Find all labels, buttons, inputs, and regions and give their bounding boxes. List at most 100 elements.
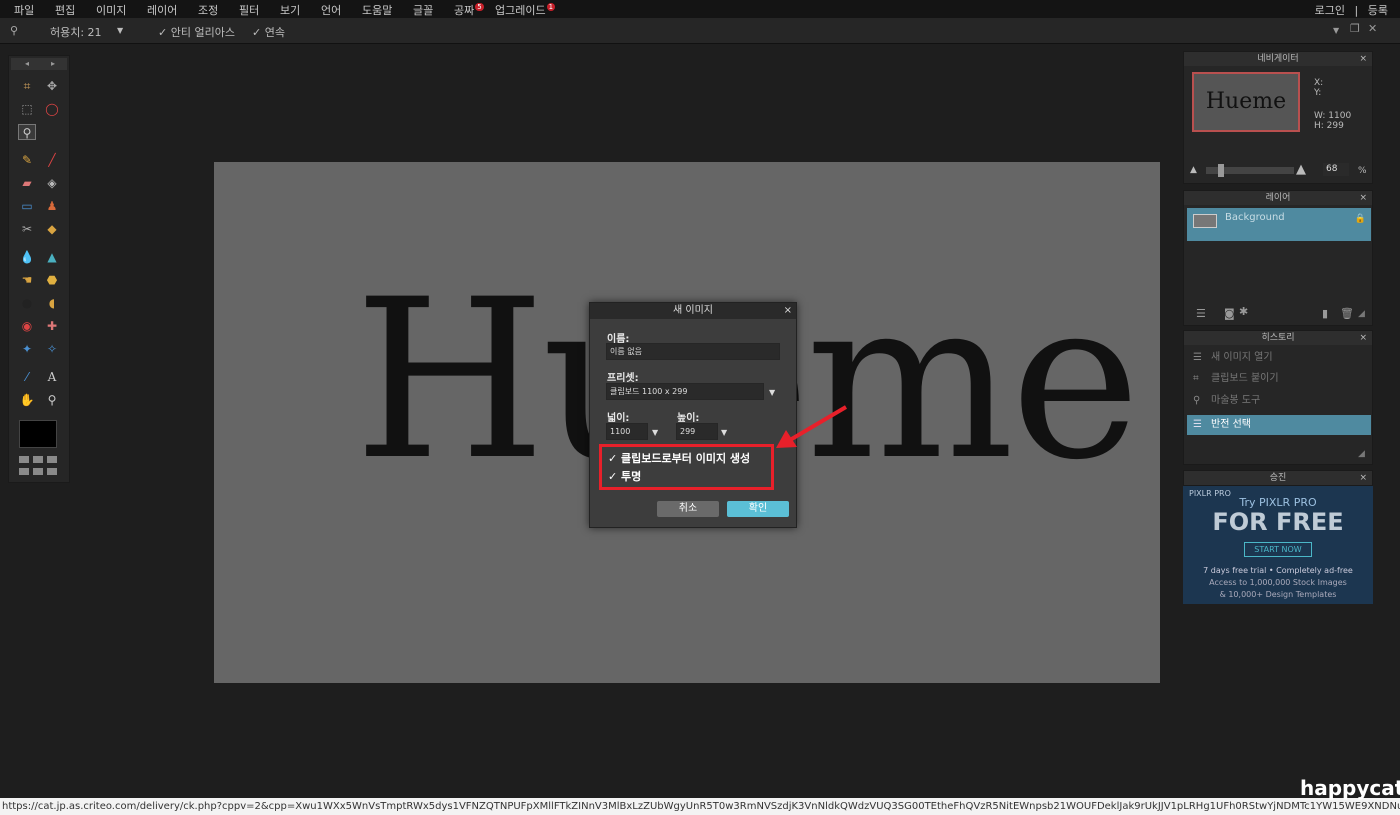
hand-icon[interactable]: ✋ — [18, 392, 36, 408]
menu-view[interactable]: 보기 — [280, 2, 300, 18]
menu-font[interactable]: 글꼴 — [413, 2, 433, 18]
height-input[interactable]: 299 — [676, 423, 718, 440]
history-icon: ☰ — [1193, 352, 1202, 363]
blur-icon[interactable]: 💧 — [18, 249, 36, 265]
color-picker-icon[interactable]: ⁄ — [18, 369, 36, 385]
magic-wand-tool-icon[interactable]: ⚲ — [18, 124, 36, 140]
ok-button[interactable]: 확인 — [727, 501, 789, 517]
smudge-icon[interactable]: ☚ — [18, 272, 36, 288]
resize-grip-icon[interactable]: ◢ — [1358, 449, 1365, 459]
dodge-icon[interactable]: ◖ — [43, 295, 61, 311]
color-replace-icon[interactable]: ✂ — [18, 221, 36, 237]
history-close-icon[interactable]: × — [1359, 331, 1367, 345]
lasso-icon[interactable]: ◯ — [43, 101, 61, 117]
stamp-icon[interactable]: ♟ — [43, 198, 61, 214]
brush-icon[interactable]: ╱ — [43, 152, 61, 168]
dialog-titlebar[interactable]: 새 이미지 × — [590, 303, 796, 319]
history-item-new-image[interactable]: ☰ 새 이미지 열기 — [1187, 348, 1371, 368]
height-readout: H: 299 — [1314, 121, 1344, 131]
layer-name: Background — [1225, 212, 1285, 223]
register-link[interactable]: 등록 — [1368, 4, 1388, 17]
layer-styles-icon[interactable]: ✱ — [1239, 305, 1248, 318]
pencil-icon[interactable]: ✎ — [18, 152, 36, 168]
move-icon[interactable]: ✥ — [43, 78, 61, 94]
zoom-input[interactable]: 68 — [1322, 162, 1350, 177]
spot-heal-icon[interactable]: ✚ — [43, 318, 61, 334]
zoom-slider-handle[interactable] — [1218, 164, 1224, 177]
restore-icon[interactable]: ❐ — [1350, 22, 1360, 35]
grid-button[interactable] — [47, 468, 57, 475]
bucket-icon[interactable]: ◈ — [43, 175, 61, 191]
pinch-icon[interactable]: ✧ — [43, 341, 61, 357]
history-item-paste[interactable]: ⌗ 클립보드 붙이기 — [1187, 369, 1371, 389]
navigator-thumbnail[interactable]: Hueme — [1192, 72, 1300, 132]
tools-prev-icon[interactable]: ◂ — [25, 59, 29, 68]
marquee-icon[interactable]: ⬚ — [18, 101, 36, 117]
grid-button[interactable] — [47, 456, 57, 463]
menu-image[interactable]: 이미지 — [96, 2, 126, 18]
promo-close-icon[interactable]: × — [1359, 471, 1367, 485]
navigator-close-icon[interactable]: × — [1359, 52, 1367, 66]
menu-upgrade[interactable]: 업그레이드 1 — [495, 2, 556, 18]
login-link[interactable]: 로그인 — [1315, 4, 1345, 17]
drawing-icon[interactable]: ◆ — [43, 221, 61, 237]
panel-menu-icon[interactable]: ▼ — [1333, 26, 1339, 35]
layer-row[interactable]: Background 🔒 — [1187, 208, 1371, 241]
dialog-title: 새 이미지 — [673, 305, 713, 316]
grid-button[interactable] — [33, 456, 43, 463]
delete-layer-icon[interactable]: 🗑 — [1340, 307, 1354, 320]
preset-dropdown-icon[interactable]: ▼ — [769, 388, 775, 397]
dialog-close-icon[interactable]: × — [784, 303, 792, 319]
eraser-icon[interactable]: ▰ — [18, 175, 36, 191]
start-now-button[interactable]: START NOW — [1244, 542, 1312, 557]
width-dropdown-icon[interactable]: ▼ — [652, 428, 658, 437]
cancel-button[interactable]: 취소 — [657, 501, 719, 517]
grid-button[interactable] — [33, 468, 43, 475]
tolerance-field[interactable]: 허용치: 21 — [50, 24, 102, 40]
bloat-icon[interactable]: ✦ — [18, 341, 36, 357]
menu-free[interactable]: 공짜 5 — [454, 2, 484, 18]
zoom-out-icon[interactable]: ▲ — [1190, 165, 1197, 175]
sponge-icon[interactable]: ⬣ — [43, 272, 61, 288]
resize-grip-icon[interactable]: ◢ — [1358, 309, 1365, 319]
layer-mask-icon[interactable]: ◙ — [1224, 307, 1235, 320]
layers-title: 레이어 × — [1184, 191, 1372, 205]
menu-filter[interactable]: 필터 — [239, 2, 259, 18]
menu-file[interactable]: 파일 — [14, 2, 34, 18]
antialias-checkbox[interactable]: ✓ 안티 얼리아스 — [158, 24, 235, 40]
name-input[interactable]: 이름 없음 — [606, 343, 780, 360]
color-swatch[interactable] — [19, 420, 57, 448]
zoom-in-icon[interactable]: ▲ — [1296, 162, 1306, 177]
red-eye-icon[interactable]: ◉ — [18, 318, 36, 334]
menu-edit[interactable]: 편집 — [55, 2, 75, 18]
grid-button[interactable] — [19, 468, 29, 475]
gradient-icon[interactable]: ▭ — [18, 198, 36, 214]
preset-select[interactable]: 클립보드 1100 x 299 — [606, 383, 764, 400]
menu-upgrade-label: 업그레이드 — [495, 4, 546, 17]
type-icon[interactable]: A — [43, 369, 61, 385]
width-input[interactable]: 1100 — [606, 423, 648, 440]
tolerance-dropdown-icon[interactable]: ▼ — [117, 26, 123, 35]
layers-close-icon[interactable]: × — [1359, 191, 1367, 205]
sharpen-icon[interactable]: ▲ — [43, 249, 61, 265]
menu-layer[interactable]: 레이어 — [147, 2, 177, 18]
layer-settings-icon[interactable]: ☰ — [1196, 307, 1206, 320]
crop-icon[interactable]: ⌗ — [18, 78, 36, 94]
contiguous-checkbox[interactable]: ✓ 연속 — [252, 24, 285, 40]
promo-line4: Access to 1,000,000 Stock Images — [1209, 578, 1347, 587]
zoom-slider[interactable] — [1206, 164, 1294, 177]
tools-next-icon[interactable]: ▸ — [51, 59, 55, 68]
new-layer-icon[interactable]: ▮ — [1322, 307, 1328, 320]
burn-icon[interactable]: ● — [18, 295, 36, 311]
menu-language[interactable]: 언어 — [321, 2, 341, 18]
height-dropdown-icon[interactable]: ▼ — [721, 428, 727, 437]
promo-banner[interactable]: PIXLR PRO Try PIXLR PRO FOR FREE START N… — [1183, 486, 1373, 604]
history-item-invert-selection[interactable]: ☰ 반전 선택 — [1187, 415, 1371, 435]
grid-button[interactable] — [19, 456, 29, 463]
menu-adjust[interactable]: 조정 — [198, 2, 218, 18]
history-item-magic-wand[interactable]: ⚲ 마술봉 도구 — [1187, 391, 1371, 411]
menu-help[interactable]: 도움말 — [362, 2, 392, 18]
zoom-icon[interactable]: ⚲ — [43, 392, 61, 408]
close-icon[interactable]: ✕ — [1368, 22, 1377, 35]
history-icon: ☰ — [1193, 419, 1202, 430]
